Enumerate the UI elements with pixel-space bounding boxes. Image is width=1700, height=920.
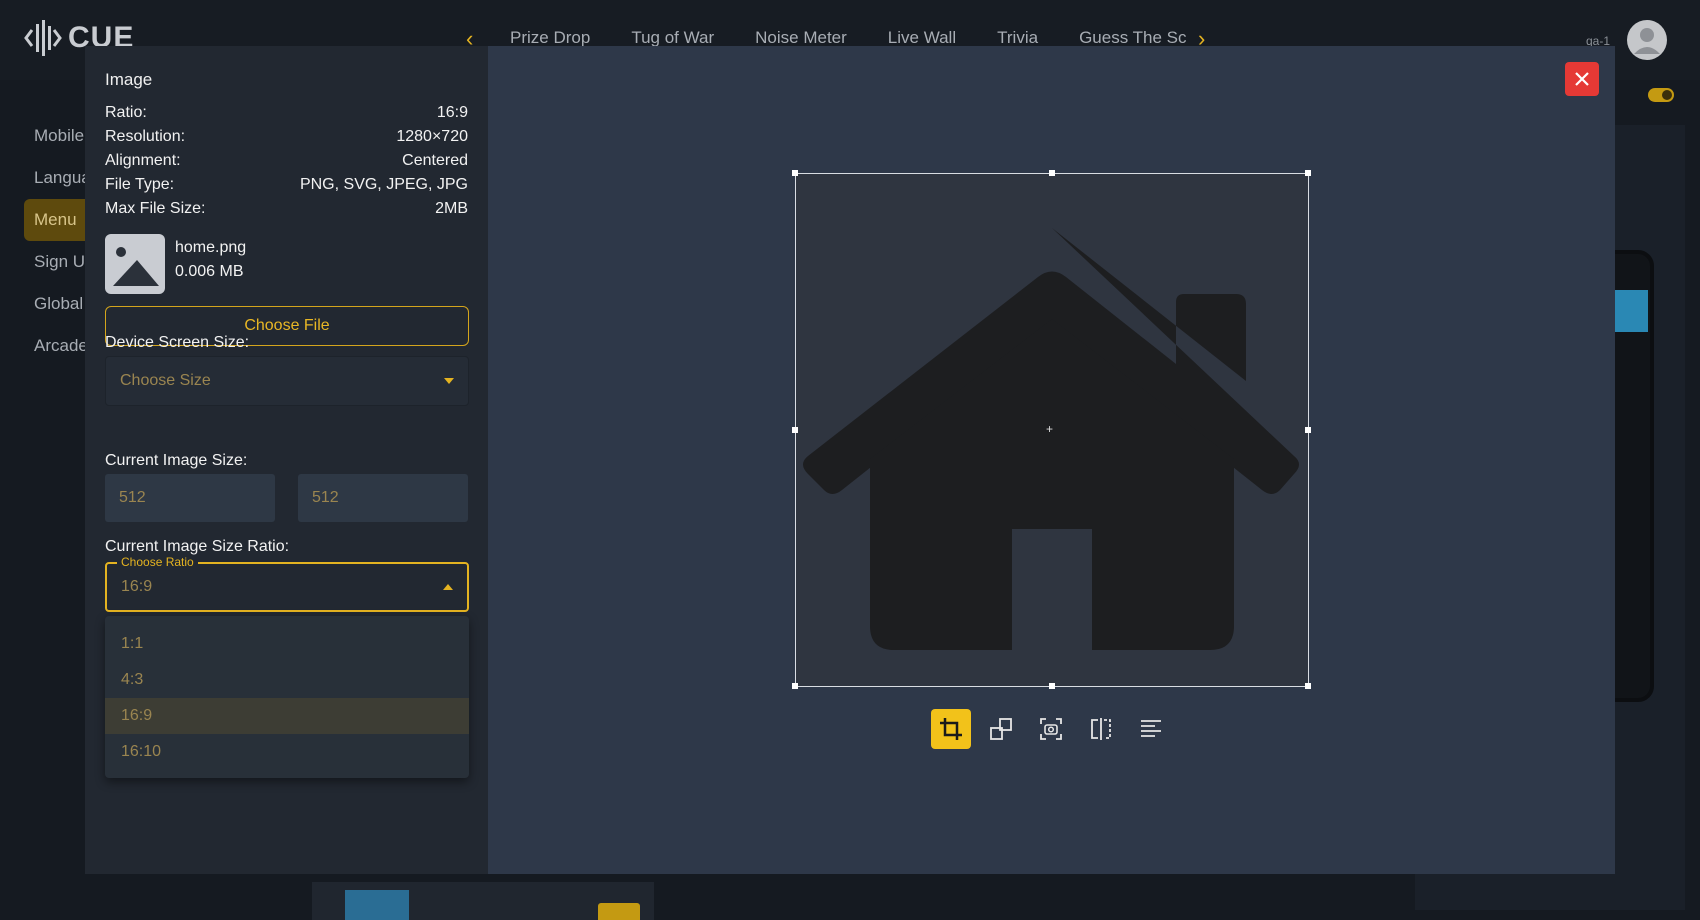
file-size: 0.006 MB bbox=[175, 263, 244, 280]
align-icon bbox=[1141, 720, 1161, 737]
tab-live-wall[interactable]: Live Wall bbox=[888, 28, 956, 48]
crop-tool[interactable] bbox=[931, 709, 971, 749]
crop-area[interactable]: + bbox=[792, 170, 1311, 689]
file-name: home.png bbox=[175, 239, 247, 256]
ratio-label: Current Image Size Ratio: bbox=[105, 538, 290, 555]
info-label: Resolution: bbox=[105, 128, 186, 145]
crop-handle-b[interactable] bbox=[1049, 683, 1055, 689]
info-row-alignment: Alignment: Centered bbox=[105, 152, 468, 176]
bottom-badge bbox=[598, 903, 640, 920]
info-row-ratio: Ratio: 16:9 bbox=[105, 104, 468, 128]
rotate-icon bbox=[990, 718, 1012, 740]
crop-handle-t[interactable] bbox=[1049, 170, 1055, 176]
device-size-placeholder: Choose Size bbox=[120, 372, 211, 389]
screenshot-tool[interactable] bbox=[1031, 709, 1071, 749]
screenshot-icon bbox=[1040, 718, 1062, 740]
ratio-option-1-1[interactable]: 1:1 bbox=[105, 626, 469, 662]
side-item-sign-up[interactable]: Sign U bbox=[24, 241, 86, 283]
image-settings-pane: Image Ratio: 16:9 Resolution: 1280×720 A… bbox=[85, 46, 488, 874]
side-item-global[interactable]: Global bbox=[24, 283, 86, 325]
crop-handle-br[interactable] bbox=[1305, 683, 1311, 689]
device-size-select[interactable]: Choose Size bbox=[105, 356, 469, 406]
info-row-file-type: File Type: PNG, SVG, JPEG, JPG bbox=[105, 176, 468, 200]
toggle-switch[interactable] bbox=[1648, 88, 1674, 102]
info-value: 16:9 bbox=[436, 104, 468, 121]
ratio-legend: Choose Ratio bbox=[117, 555, 198, 569]
tab-noise-meter[interactable]: Noise Meter bbox=[755, 28, 847, 48]
info-label: Max File Size: bbox=[105, 200, 206, 217]
ratio-select[interactable]: Choose Ratio 16:9 bbox=[105, 555, 469, 612]
align-tool[interactable] bbox=[1131, 709, 1171, 749]
image-info: Ratio: 16:9 Resolution: 1280×720 Alignme… bbox=[105, 104, 468, 224]
tab-trivia[interactable]: Trivia bbox=[997, 28, 1038, 48]
tab-prize-drop[interactable]: Prize Drop bbox=[510, 28, 590, 48]
crop-handle-r[interactable] bbox=[1305, 427, 1311, 433]
chevron-down-icon bbox=[444, 378, 454, 384]
editor-toolbar bbox=[931, 709, 1171, 749]
crop-handle-l[interactable] bbox=[792, 427, 798, 433]
chevron-up-icon bbox=[443, 584, 453, 590]
ratio-option-4-3[interactable]: 4:3 bbox=[105, 662, 469, 698]
crop-handle-tl[interactable] bbox=[792, 170, 798, 176]
rotate-tool[interactable] bbox=[981, 709, 1021, 749]
avatar[interactable] bbox=[1627, 20, 1667, 60]
image-size-label: Current Image Size: bbox=[105, 452, 248, 469]
ratio-option-16-9[interactable]: 16:9 bbox=[105, 698, 469, 734]
ratio-option-16-10[interactable]: 16:10 bbox=[105, 734, 469, 770]
ratio-selected-value: 16:9 bbox=[121, 578, 153, 595]
file-preview: home.png 0.006 MB bbox=[105, 234, 246, 294]
logo-icon bbox=[24, 20, 62, 56]
nav-tabs: Prize Drop Tug of War Noise Meter Live W… bbox=[510, 28, 1186, 48]
device-size-label: Device Screen Size: bbox=[105, 334, 250, 351]
info-label: Ratio: bbox=[105, 104, 147, 121]
crop-handle-tr[interactable] bbox=[1305, 170, 1311, 176]
info-label: Alignment: bbox=[105, 152, 181, 169]
image-editor-modal: Image Ratio: 16:9 Resolution: 1280×720 A… bbox=[85, 46, 1615, 874]
side-item-language[interactable]: Langua bbox=[24, 157, 86, 199]
width-input[interactable] bbox=[105, 474, 275, 522]
center-crosshair-icon: + bbox=[1046, 422, 1054, 436]
side-menu: Mobile Langua Menu Sign U Global Arcade bbox=[24, 115, 86, 367]
crop-icon bbox=[940, 718, 962, 740]
info-row-max-size: Max File Size: 2MB bbox=[105, 200, 468, 224]
info-value: 2MB bbox=[435, 200, 468, 217]
crop-handle-bl[interactable] bbox=[792, 683, 798, 689]
bottom-thumb bbox=[345, 890, 409, 920]
info-label: File Type: bbox=[105, 176, 175, 193]
info-value: 1280×720 bbox=[396, 128, 468, 145]
user-icon bbox=[1634, 28, 1660, 54]
tab-tug-of-war[interactable]: Tug of War bbox=[631, 28, 714, 48]
close-button[interactable] bbox=[1565, 62, 1599, 96]
side-item-arcade[interactable]: Arcade bbox=[24, 325, 86, 367]
tab-guess-the-sc[interactable]: Guess The Sc bbox=[1079, 28, 1186, 48]
side-item-menu[interactable]: Menu bbox=[24, 199, 86, 241]
image-thumbnail-icon bbox=[105, 234, 165, 294]
ratio-dropdown: 1:1 4:3 16:9 16:10 bbox=[105, 616, 469, 778]
height-input[interactable] bbox=[298, 474, 468, 522]
file-meta: home.png 0.006 MB bbox=[175, 234, 246, 294]
info-value: PNG, SVG, JPEG, JPG bbox=[299, 176, 468, 193]
flip-tool[interactable] bbox=[1081, 709, 1121, 749]
modal-title: Image bbox=[105, 70, 153, 89]
close-icon bbox=[1575, 72, 1589, 86]
info-value: Centered bbox=[402, 152, 468, 169]
flip-icon bbox=[1091, 718, 1111, 740]
side-item-mobile[interactable]: Mobile bbox=[24, 115, 86, 157]
info-row-resolution: Resolution: 1280×720 bbox=[105, 128, 468, 152]
